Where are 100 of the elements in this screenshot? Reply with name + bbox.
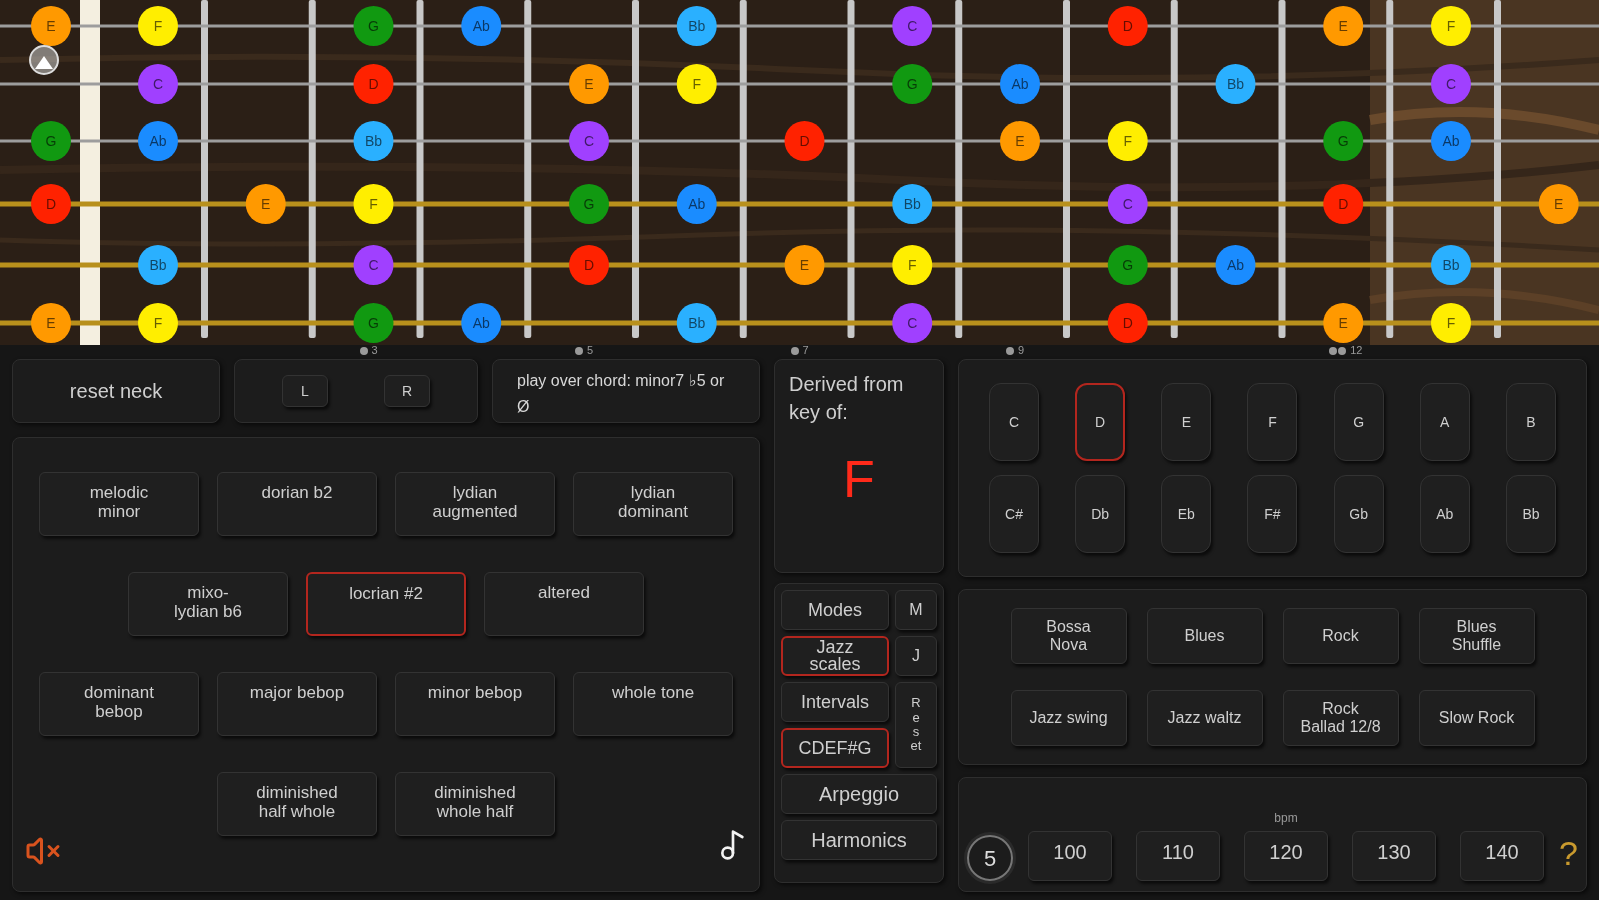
note-marker[interactable]: Bb bbox=[676, 303, 717, 343]
rhythm-button[interactable]: Jazz swing bbox=[1010, 690, 1127, 746]
dot-icon bbox=[575, 346, 584, 355]
note-marker[interactable]: Ab bbox=[676, 184, 717, 224]
key-button[interactable]: F bbox=[1247, 383, 1298, 461]
note-marker[interactable]: E bbox=[31, 6, 71, 46]
key-button[interactable]: G bbox=[1333, 383, 1384, 461]
key-button[interactable]: Ab bbox=[1419, 475, 1470, 553]
category-button[interactable]: Jazz scales bbox=[781, 636, 889, 676]
note-marker[interactable]: Bb bbox=[138, 245, 178, 285]
scale-button[interactable]: diminished half whole bbox=[217, 772, 377, 836]
note-marker[interactable]: F bbox=[676, 64, 717, 104]
scale-button[interactable]: lydian augmented bbox=[395, 472, 555, 536]
scale-button[interactable]: dominant bebop bbox=[39, 672, 199, 736]
dot-icon bbox=[1006, 346, 1015, 355]
fret-number: 9 bbox=[1018, 345, 1025, 356]
key-button[interactable]: Bb bbox=[1505, 475, 1556, 553]
key-button[interactable]: C# bbox=[989, 475, 1039, 553]
note-marker[interactable]: Bb bbox=[892, 184, 933, 224]
mode-button[interactable]: Harmonics bbox=[781, 820, 937, 860]
key-button[interactable]: C bbox=[989, 383, 1039, 461]
scale-button[interactable]: lydian dominant bbox=[573, 472, 733, 536]
note-marker[interactable]: E bbox=[1323, 303, 1364, 343]
note-marker[interactable]: F bbox=[1431, 6, 1471, 46]
scale-button[interactable]: mixo- lydian b6 bbox=[128, 572, 288, 636]
scale-button[interactable]: melodic minor bbox=[39, 472, 199, 536]
rhythm-button[interactable]: Blues Shuffle bbox=[1418, 608, 1535, 664]
note-marker[interactable]: Ab bbox=[1215, 245, 1256, 285]
scale-button[interactable]: major bebop bbox=[217, 672, 377, 736]
note-marker[interactable]: Ab bbox=[1431, 121, 1471, 161]
note-marker[interactable]: E bbox=[245, 184, 286, 224]
tempo-button[interactable]: 110 bbox=[1136, 831, 1221, 881]
scale-button[interactable]: whole tone bbox=[573, 672, 733, 736]
rhythm-button[interactable]: Slow Rock bbox=[1418, 690, 1535, 746]
rhythm-button[interactable]: Rock Ballad 12/8 bbox=[1282, 690, 1399, 746]
category-button[interactable]: CDEF#G bbox=[781, 728, 889, 768]
note-marker[interactable]: E bbox=[1538, 184, 1579, 224]
note-marker[interactable]: E bbox=[1323, 6, 1364, 46]
reset-button[interactable]: Reset bbox=[895, 682, 937, 768]
fret-number: 7 bbox=[802, 345, 809, 356]
tempo-button[interactable]: 130 bbox=[1352, 831, 1437, 881]
key-button[interactable]: E bbox=[1161, 383, 1212, 461]
note-marker[interactable]: E bbox=[569, 64, 609, 104]
note-marker[interactable]: F bbox=[892, 245, 933, 285]
note-marker[interactable]: F bbox=[1431, 303, 1471, 343]
note-marker[interactable]: F bbox=[138, 6, 178, 46]
tempo-button[interactable]: 120 bbox=[1244, 831, 1329, 881]
key-name: F bbox=[843, 449, 875, 510]
rhythm-button[interactable]: Rock bbox=[1282, 608, 1399, 664]
key-button[interactable]: Gb bbox=[1333, 475, 1384, 553]
hand-button[interactable]: R bbox=[384, 375, 430, 407]
count-in-button[interactable]: 5 bbox=[967, 835, 1013, 881]
dot-icon bbox=[1329, 346, 1348, 355]
rhythm-button[interactable]: Blues bbox=[1146, 608, 1263, 664]
fret-number: 3 bbox=[371, 345, 378, 356]
note-marker[interactable]: Bb bbox=[353, 121, 394, 161]
note-marker[interactable]: Ab bbox=[461, 6, 502, 46]
scale-button[interactable]: minor bebop bbox=[395, 672, 555, 736]
fret-number: 12 bbox=[1350, 345, 1363, 356]
note-marker[interactable]: F bbox=[1107, 121, 1148, 161]
note-marker[interactable]: E bbox=[1000, 121, 1040, 161]
dot-icon bbox=[359, 346, 369, 355]
tempo-button[interactable]: 140 bbox=[1460, 831, 1545, 881]
fret-number: 5 bbox=[587, 345, 594, 356]
tempo-button[interactable]: 100 bbox=[1028, 831, 1113, 881]
note-marker[interactable]: Bb bbox=[676, 6, 717, 46]
note-marker[interactable]: Ab bbox=[461, 303, 502, 343]
chord-hint: play over chord: minor7 ♭5 or Ø bbox=[517, 371, 726, 417]
scale-button[interactable]: diminished whole half bbox=[395, 772, 555, 836]
derived-label: Derived from key of: bbox=[789, 372, 905, 425]
note-marker[interactable]: Bb bbox=[1215, 64, 1256, 104]
scale-button[interactable]: altered bbox=[484, 572, 644, 636]
key-button[interactable]: D bbox=[1075, 383, 1126, 461]
hand-button[interactable]: L bbox=[282, 375, 328, 407]
key-button[interactable]: B bbox=[1505, 383, 1556, 461]
help-button[interactable]: ? bbox=[1559, 828, 1578, 879]
note-marker[interactable]: E bbox=[31, 303, 71, 343]
rhythm-button[interactable]: Jazz waltz bbox=[1146, 690, 1263, 746]
note-marker[interactable]: Ab bbox=[138, 121, 178, 161]
key-button[interactable]: Eb bbox=[1161, 475, 1212, 553]
mode-button[interactable]: Arpeggio bbox=[781, 774, 937, 814]
bpm-label: bpm bbox=[1274, 810, 1298, 827]
key-button[interactable]: A bbox=[1419, 383, 1470, 461]
rhythm-button[interactable]: Bossa Nova bbox=[1010, 608, 1127, 664]
dot-icon bbox=[790, 346, 800, 355]
note-marker[interactable]: F bbox=[138, 303, 178, 343]
note-marker[interactable]: F bbox=[353, 184, 394, 224]
reset-neck-button[interactable]: reset neck bbox=[12, 359, 220, 423]
note-marker[interactable]: E bbox=[784, 245, 825, 285]
key-button[interactable]: F# bbox=[1247, 475, 1298, 553]
shortcut-button[interactable]: M bbox=[895, 590, 937, 630]
scale-button[interactable]: locrian #2 bbox=[306, 572, 466, 636]
scale-button[interactable]: dorian b2 bbox=[217, 472, 377, 536]
shortcut-button[interactable]: J bbox=[895, 636, 937, 676]
note-marker[interactable]: Bb bbox=[1431, 245, 1471, 285]
eject-icon[interactable] bbox=[29, 45, 59, 75]
note-marker[interactable]: Ab bbox=[1000, 64, 1040, 104]
category-button[interactable]: Intervals bbox=[781, 682, 889, 722]
key-button[interactable]: Db bbox=[1075, 475, 1126, 553]
category-button[interactable]: Modes bbox=[781, 590, 889, 630]
